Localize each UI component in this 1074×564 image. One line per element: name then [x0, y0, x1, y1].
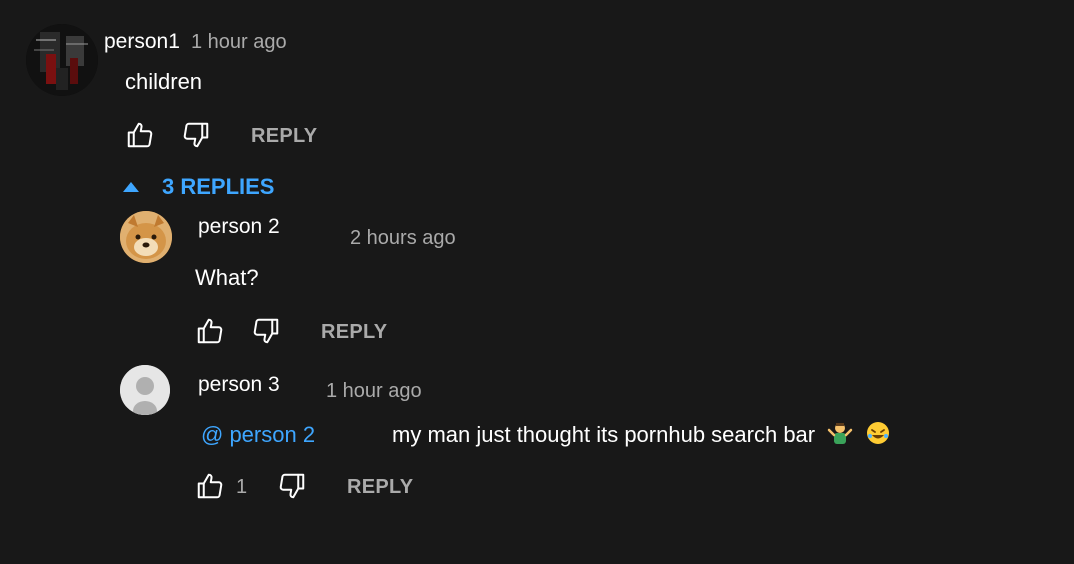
reply-author[interactable]: person 3 [198, 373, 280, 397]
reply-text: my man just thought its pornhub search b… [392, 422, 816, 447]
like-button[interactable] [195, 471, 225, 501]
rolling-laughing-emoji-icon [867, 422, 890, 444]
avatar-person-2[interactable] [120, 211, 172, 263]
comment-text: children [125, 69, 203, 94]
replies-toggle[interactable]: 3 REPLIES [122, 174, 274, 200]
thumbs-down-icon [279, 473, 305, 499]
like-button[interactable] [195, 316, 225, 346]
thumbs-up-icon [197, 318, 223, 344]
dislike-button[interactable] [251, 316, 281, 346]
comment-timestamp[interactable]: 1 hour ago [191, 31, 287, 54]
comment-author[interactable]: person1 [104, 30, 180, 54]
default-avatar-icon [120, 365, 170, 415]
reply-button[interactable]: REPLY [321, 321, 387, 344]
reply-text: What? [195, 265, 259, 290]
comments-section: person1 1 hour ago children REPLY 3 REPL… [0, 0, 1074, 564]
reply-button[interactable]: REPLY [251, 125, 317, 148]
reply-timestamp[interactable]: 1 hour ago [326, 380, 422, 403]
dislike-button[interactable] [181, 120, 211, 150]
reply-button[interactable]: REPLY [347, 476, 413, 499]
like-button[interactable] [125, 120, 155, 150]
reply-text-row: my man just thought its pornhub search b… [392, 420, 891, 448]
avatar-person-3[interactable] [120, 365, 170, 415]
avatar-person1[interactable] [26, 24, 98, 96]
reply-author[interactable]: person 2 [198, 215, 280, 239]
thumbs-down-icon [183, 122, 209, 148]
dislike-button[interactable] [277, 471, 307, 501]
caret-up-icon [123, 182, 139, 192]
thumbs-up-icon [127, 122, 153, 148]
person-shrugging-emoji-icon [828, 423, 853, 444]
mention-link[interactable]: @ person 2 [201, 422, 315, 448]
thumbs-down-icon [253, 318, 279, 344]
like-count: 1 [236, 476, 248, 498]
reply-timestamp[interactable]: 2 hours ago [350, 227, 456, 250]
thumbs-up-icon [197, 473, 223, 499]
replies-toggle-label: 3 REPLIES [162, 174, 275, 199]
